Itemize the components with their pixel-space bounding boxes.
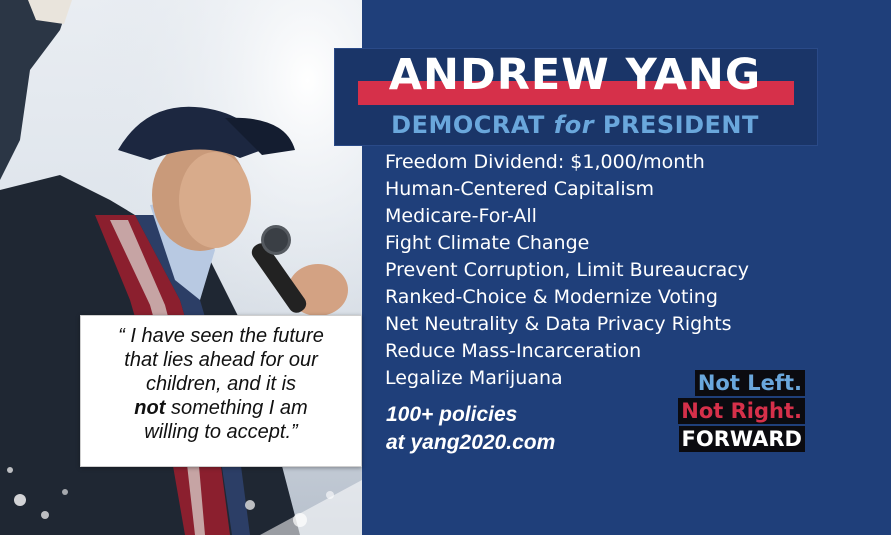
policy-item: Human-Centered Capitalism <box>385 178 655 200</box>
quote-line-2: that lies ahead for our <box>124 349 318 371</box>
candidate-name: ANDREW YANG <box>388 50 762 100</box>
slogan: Not Left. Not Right. FORWARD <box>678 370 805 454</box>
quote-line-3: children, and it is <box>145 373 297 395</box>
quote-text: “ I have seen the future that lies ahead… <box>81 316 361 444</box>
policy-list: Freedom Dividend: $1,000/month Human-Cen… <box>385 149 749 392</box>
slogan-forward: FORWARD <box>678 426 805 452</box>
website-link[interactable]: at yang2020.com <box>386 429 555 457</box>
policy-item: Medicare-For-All <box>385 205 537 227</box>
policy-item: Prevent Corruption, Limit Bureaucracy <box>385 259 750 281</box>
quote-box: “ I have seen the future that lies ahead… <box>80 315 362 467</box>
subtitle-party: DEMOCRAT <box>391 111 554 139</box>
slogan-not-left: Not Left. <box>694 370 805 396</box>
policy-item: Freedom Dividend: $1,000/month <box>385 151 705 173</box>
quote-line-1: “ I have seen the future <box>118 325 324 347</box>
slogan-not-right: Not Right. <box>678 398 805 424</box>
policy-item: Fight Climate Change <box>385 232 590 254</box>
policy-item: Net Neutrality & Data Privacy Rights <box>385 313 732 335</box>
quote-emphasis: not <box>134 397 166 419</box>
quote-line-4: something I am <box>165 397 308 419</box>
quote-line-5: willing to accept.” <box>144 421 298 443</box>
subtitle-for: for <box>553 111 595 139</box>
more-policies: 100+ policies at yang2020.com <box>386 401 555 457</box>
policy-item: Ranked-Choice & Modernize Voting <box>385 286 718 308</box>
more-policies-count: 100+ policies <box>386 403 518 426</box>
subtitle-office: PRESIDENT <box>594 111 759 139</box>
campaign-card: ANDREW YANG DEMOCRAT for PRESIDENT Freed… <box>0 0 891 535</box>
candidate-subtitle: DEMOCRAT for PRESIDENT <box>334 111 816 139</box>
policy-item: Reduce Mass-Incarceration <box>385 340 642 362</box>
